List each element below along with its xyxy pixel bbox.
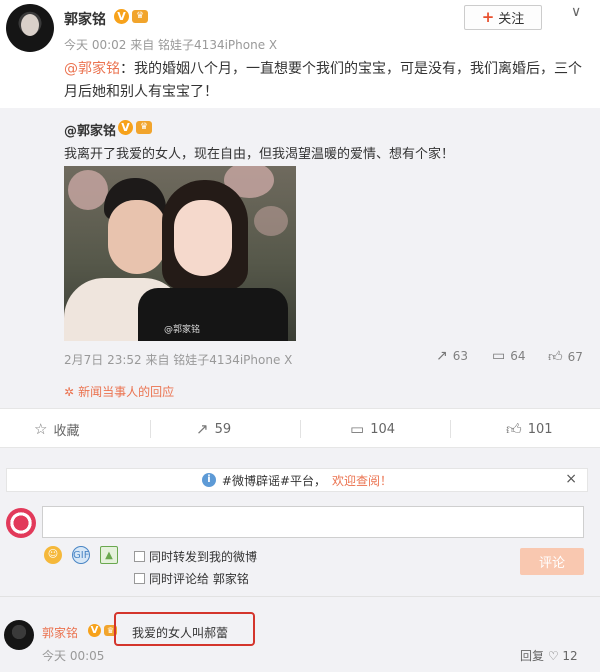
repost-meta: 2月7日 23:52 来自 铭娃子4134iPhone X <box>64 353 293 367</box>
follow-label: 关注 <box>498 12 525 27</box>
photo-watermark: @郭家铭 <box>164 325 201 335</box>
checkbox[interactable] <box>134 551 145 562</box>
current-user-avatar <box>6 508 36 538</box>
post-action-bar: ☆ 收藏 ↗ 59 ▭ 104 👍︎ 101 <box>0 408 600 448</box>
vip-crown-icon: ♛ <box>136 121 152 134</box>
chevron-down-icon[interactable]: ∨ <box>571 4 581 20</box>
favorite-button[interactable]: ☆ 收藏 <box>34 409 79 449</box>
repost-like-count: 67 <box>567 349 583 364</box>
repost-forward-button[interactable]: ↗ 63 <box>436 348 468 364</box>
highlight-box <box>114 612 255 646</box>
like-icon: 👍︎ <box>506 419 522 438</box>
comment-time: 今天 00:05 <box>42 649 105 663</box>
rumor-notice: i #微博辟谣#平台， 欢迎查阅！ × <box>6 468 588 492</box>
option-comment[interactable]: 同时评论给 郭家铭 <box>134 570 249 587</box>
repost-like-button[interactable]: 👍︎ 67 <box>548 348 583 365</box>
notice-text: #微博辟谣#平台， <box>221 473 327 488</box>
comment-count: 104 <box>370 421 396 437</box>
post-text: @郭家铭：我的婚姻八个月，一直想要个我们的宝宝，可是没有，我们离婚后，三个月后她… <box>64 58 584 104</box>
submit-comment-button[interactable]: 评论 <box>520 548 584 575</box>
weibo-post-card: 郭家铭 V ♛ 今天 00:02 来自 铭娃子4134iPhone X + 关注… <box>0 0 600 672</box>
divider <box>300 420 301 438</box>
repost-photo[interactable]: @郭家铭 <box>64 166 296 341</box>
divider <box>450 420 451 438</box>
repost-ack-label: 新闻当事人的回应 <box>78 385 175 399</box>
comment-author[interactable]: 郭家铭 <box>42 624 78 641</box>
star-icon: ✲ <box>64 384 75 399</box>
notice-link[interactable]: 欢迎查阅！ <box>332 472 392 489</box>
option-comment-label: 同时评论给 郭家铭 <box>149 572 249 586</box>
repost-text: 我离开了我爱的女人，现在自由，但我渴望温暖的爱情、想有个家！ <box>64 147 455 162</box>
divider <box>0 596 600 597</box>
verified-badge-icon: V <box>118 120 133 135</box>
comment-icon: ▭ <box>492 348 506 364</box>
post-body: 我的婚姻八个月，一直想要个我们的宝宝，可是没有，我们离婚后，三个月后她和别人有宝… <box>64 61 582 100</box>
comment-input[interactable] <box>42 506 584 538</box>
comment-author-avatar[interactable] <box>4 620 34 650</box>
verified-badge-icon: V <box>114 9 129 24</box>
post-mention[interactable]: @郭家铭 <box>64 61 120 77</box>
star-outline-icon: ☆ <box>34 420 48 438</box>
info-icon: i <box>201 473 216 487</box>
repost-author[interactable]: @郭家铭 <box>64 120 116 139</box>
option-forward[interactable]: 同时转发到我的微博 <box>134 548 257 565</box>
repost-acknowledgement[interactable]: ✲ 新闻当事人的回应 <box>64 383 174 400</box>
gif-icon[interactable]: GIF <box>72 546 90 564</box>
divider <box>150 420 151 438</box>
repost-forward-count: 63 <box>452 349 469 363</box>
repost-comment-count: 64 <box>510 349 526 363</box>
author-avatar[interactable] <box>6 4 54 52</box>
emoji-icon[interactable]: ☺ <box>44 546 62 564</box>
like-count: 101 <box>527 421 553 437</box>
forward-icon: ↗ <box>196 420 209 438</box>
reposted-weibo[interactable]: @郭家铭 V ♛ 我离开了我爱的女人，现在自由，但我渴望温暖的爱情、想有个家！ … <box>0 108 600 408</box>
follow-button[interactable]: + 关注 <box>464 5 542 30</box>
close-icon[interactable]: × <box>565 471 577 487</box>
like-button[interactable]: 👍︎ 101 <box>506 409 553 449</box>
favorite-label: 收藏 <box>53 423 80 439</box>
comment-button[interactable]: ▭ 104 <box>350 409 395 449</box>
checkbox[interactable] <box>134 573 145 584</box>
repost-comment-button[interactable]: ▭ 64 <box>492 348 526 364</box>
like-icon: 👍︎ <box>548 349 563 365</box>
post-meta: 今天 00:02 来自 铭娃子4134iPhone X <box>64 36 277 53</box>
plus-icon: + <box>481 8 495 26</box>
post-timestamp[interactable]: 今天 00:02 <box>64 38 126 52</box>
verified-badge-icon: V <box>88 624 101 637</box>
forward-count: 59 <box>214 421 232 437</box>
vip-crown-icon: ♛ <box>132 10 148 23</box>
image-icon[interactable]: ▲ <box>100 546 118 564</box>
forward-button[interactable]: ↗ 59 <box>196 409 231 449</box>
option-forward-label: 同时转发到我的微博 <box>149 550 258 564</box>
comment-icon: ▭ <box>350 420 365 438</box>
forward-icon: ↗ <box>436 348 448 364</box>
post-colon: ： <box>120 61 134 77</box>
post-source: 来自 铭娃子4134iPhone X <box>130 38 278 52</box>
comment-actions[interactable]: 回复 ♡ 12 <box>520 647 578 664</box>
author-name[interactable]: 郭家铭 <box>64 9 106 29</box>
comment-section: i #微博辟谣#平台， 欢迎查阅！ × ☺ GIF ▲ 同时转发到我的微博 同时评… <box>0 448 600 672</box>
